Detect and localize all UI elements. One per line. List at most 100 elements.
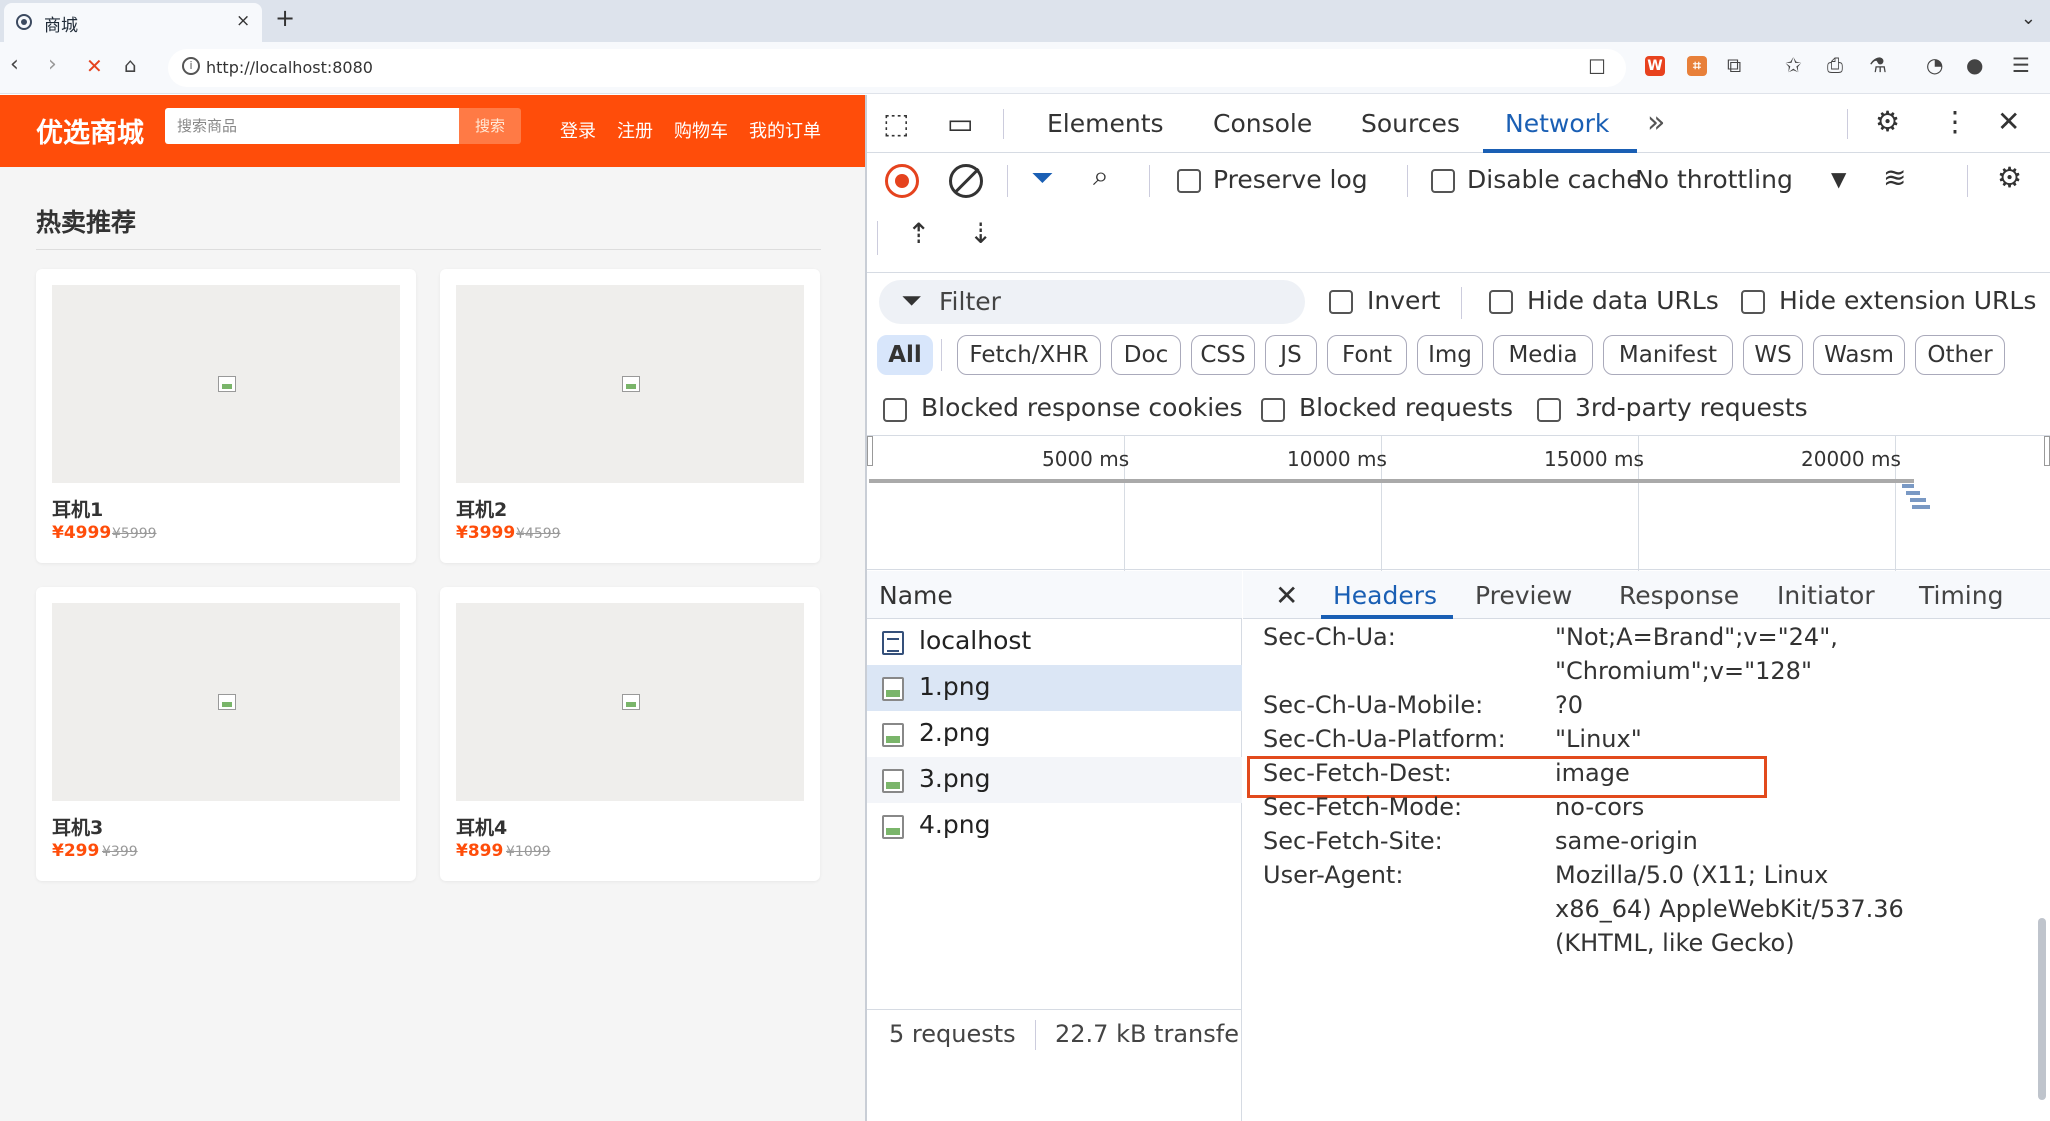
product-card[interactable]: 耳机2 ¥3999 ¥4599 — [440, 269, 820, 563]
download-icon[interactable]: ◔ — [1926, 53, 1943, 77]
details-tab-bar: ✕ Headers Preview Response Initiator Tim… — [1243, 571, 2050, 619]
product-name[interactable]: 耳机4 — [456, 813, 507, 840]
search-input[interactable]: 搜索商品 — [165, 108, 459, 144]
product-card[interactable]: 耳机3 ¥299 ¥399 — [36, 587, 416, 881]
search-button[interactable]: 搜索 — [459, 108, 521, 144]
blocked-requests-checkbox[interactable] — [1261, 398, 1285, 422]
throttling-select[interactable]: No throttling — [1635, 165, 1793, 194]
search-icon[interactable]: ⌕ — [1093, 159, 1109, 193]
request-row[interactable]: localhost — [867, 619, 1242, 665]
name-column-header[interactable]: Name — [879, 581, 953, 610]
browser-tab[interactable]: 商城 × — [4, 3, 262, 42]
stop-icon[interactable]: ✕ — [86, 54, 103, 78]
tab-network[interactable]: Network — [1505, 109, 1609, 138]
filter-chip-img[interactable]: Img — [1417, 335, 1483, 375]
filter-chip-other[interactable]: Other — [1915, 335, 2005, 375]
back-icon[interactable]: ‹ — [10, 52, 19, 77]
tab-initiator[interactable]: Initiator — [1777, 581, 1875, 610]
request-row[interactable]: 1.png — [867, 665, 1242, 711]
product-image[interactable] — [456, 603, 804, 801]
new-tab-button[interactable]: + — [275, 4, 295, 32]
filter-chip-font[interactable]: Font — [1327, 335, 1407, 375]
network-conditions-icon[interactable]: ≋ — [1883, 161, 1906, 194]
info-icon[interactable]: i — [182, 57, 200, 75]
network-timeline[interactable]: 5000 ms 10000 ms 15000 ms 20000 ms — [867, 435, 2050, 571]
nav-orders-link[interactable]: 我的订单 — [749, 117, 821, 143]
third-party-checkbox[interactable] — [1537, 398, 1561, 422]
close-devtools-icon[interactable]: ✕ — [1997, 105, 2020, 138]
hide-data-urls-checkbox[interactable] — [1489, 290, 1513, 314]
tab-close-icon[interactable]: × — [236, 11, 250, 31]
product-name[interactable]: 耳机1 — [52, 495, 103, 522]
tab-elements[interactable]: Elements — [1047, 109, 1164, 138]
invert-checkbox[interactable] — [1329, 290, 1353, 314]
product-card[interactable]: 耳机4 ¥899 ¥1099 — [440, 587, 820, 881]
filter-funnel-icon[interactable]: ⏷ — [1031, 161, 1053, 195]
timeline-left-handle[interactable] — [867, 436, 873, 466]
tab-headers[interactable]: Headers — [1333, 581, 1437, 610]
throttling-dropdown-icon[interactable]: ▼ — [1831, 167, 1846, 191]
filter-input[interactable]: ⏷ Filter — [879, 280, 1305, 324]
product-image[interactable] — [456, 285, 804, 483]
filter-chip-doc[interactable]: Doc — [1111, 335, 1181, 375]
timeline-right-handle[interactable] — [2044, 436, 2050, 466]
import-har-icon[interactable]: ⇡ — [907, 217, 930, 250]
filter-chip-manifest[interactable]: Manifest — [1603, 335, 1733, 375]
network-settings-gear-icon[interactable]: ⚙ — [1997, 161, 2022, 194]
url-text[interactable]: http://localhost:8080 — [206, 58, 373, 77]
close-details-icon[interactable]: ✕ — [1275, 579, 1298, 612]
product-name[interactable]: 耳机2 — [456, 495, 507, 522]
nav-cart-link[interactable]: 购物车 — [674, 117, 728, 143]
device-toolbar-icon[interactable]: ▭ — [947, 107, 973, 140]
filter-chip-ws[interactable]: WS — [1743, 335, 1803, 375]
site-logo[interactable]: 优选商城 — [36, 111, 144, 150]
inspect-element-icon[interactable]: ⬚ — [883, 107, 909, 140]
filter-chip-fetch-xhr[interactable]: Fetch/XHR — [957, 335, 1101, 375]
product-name[interactable]: 耳机3 — [52, 813, 103, 840]
hide-extension-urls-checkbox[interactable] — [1741, 290, 1765, 314]
filter-chip-media[interactable]: Media — [1493, 335, 1593, 375]
settings-gear-icon[interactable]: ⚙ — [1875, 105, 1900, 138]
filter-chip-all[interactable]: All — [877, 335, 933, 375]
blocked-cookies-checkbox[interactable] — [883, 398, 907, 422]
more-options-icon[interactable]: ⋮ — [1941, 105, 1969, 138]
profile-avatar-icon[interactable]: ● — [1966, 53, 1983, 77]
request-row[interactable]: 3.png — [867, 757, 1242, 803]
extension-puzzle-icon[interactable]: ⧉ — [1727, 53, 1741, 77]
home-icon[interactable]: ⌂ — [124, 53, 137, 77]
product-card[interactable]: 耳机1 ¥4999 ¥5999 — [36, 269, 416, 563]
tab-console[interactable]: Console — [1213, 109, 1312, 138]
filter-chip-wasm[interactable]: Wasm — [1813, 335, 1905, 375]
preserve-log-checkbox[interactable] — [1177, 169, 1201, 193]
export-har-icon[interactable]: ⇣ — [969, 217, 992, 250]
bookmark-icon[interactable]: ☐ — [1588, 55, 1606, 79]
extension-orange-icon[interactable]: ⌗ — [1687, 56, 1707, 76]
tab-sources[interactable]: Sources — [1361, 109, 1460, 138]
filter-chip-js[interactable]: JS — [1265, 335, 1317, 375]
request-row[interactable]: 4.png — [867, 803, 1242, 849]
tab-list-icon[interactable]: ⌄ — [2021, 8, 2036, 29]
print-icon[interactable]: ⎙ — [1827, 53, 1843, 77]
nav-login-link[interactable]: 登录 — [560, 117, 596, 143]
tab-timing[interactable]: Timing — [1919, 581, 2003, 610]
clear-icon[interactable] — [949, 164, 983, 198]
more-tabs-icon[interactable]: » — [1647, 105, 1665, 140]
product-image[interactable] — [52, 603, 400, 801]
forward-icon[interactable]: › — [48, 52, 57, 77]
request-list: Name localhost 1.png 2.png 3.png 4.png 5… — [867, 571, 1242, 1121]
tab-response[interactable]: Response — [1619, 581, 1739, 610]
extension-w-icon[interactable]: W — [1645, 56, 1665, 76]
labs-flask-icon[interactable]: ⚗ — [1869, 53, 1887, 77]
request-row[interactable]: 2.png — [867, 711, 1242, 757]
address-bar[interactable]: i http://localhost:8080 ☐ — [168, 49, 1626, 87]
filter-chip-css[interactable]: CSS — [1191, 335, 1255, 375]
tab-preview[interactable]: Preview — [1475, 581, 1572, 610]
menu-icon[interactable]: ☰ — [2012, 53, 2030, 77]
nav-register-link[interactable]: 注册 — [617, 117, 653, 143]
product-image[interactable] — [52, 285, 400, 483]
bookmarks-star-icon[interactable]: ✩ — [1785, 53, 1802, 77]
details-scrollbar-thumb[interactable] — [2038, 918, 2046, 1100]
header-value: "Not;A=Brand";v="24", — [1555, 623, 1838, 651]
product-price: ¥299 — [52, 841, 100, 861]
record-icon[interactable] — [885, 164, 919, 198]
